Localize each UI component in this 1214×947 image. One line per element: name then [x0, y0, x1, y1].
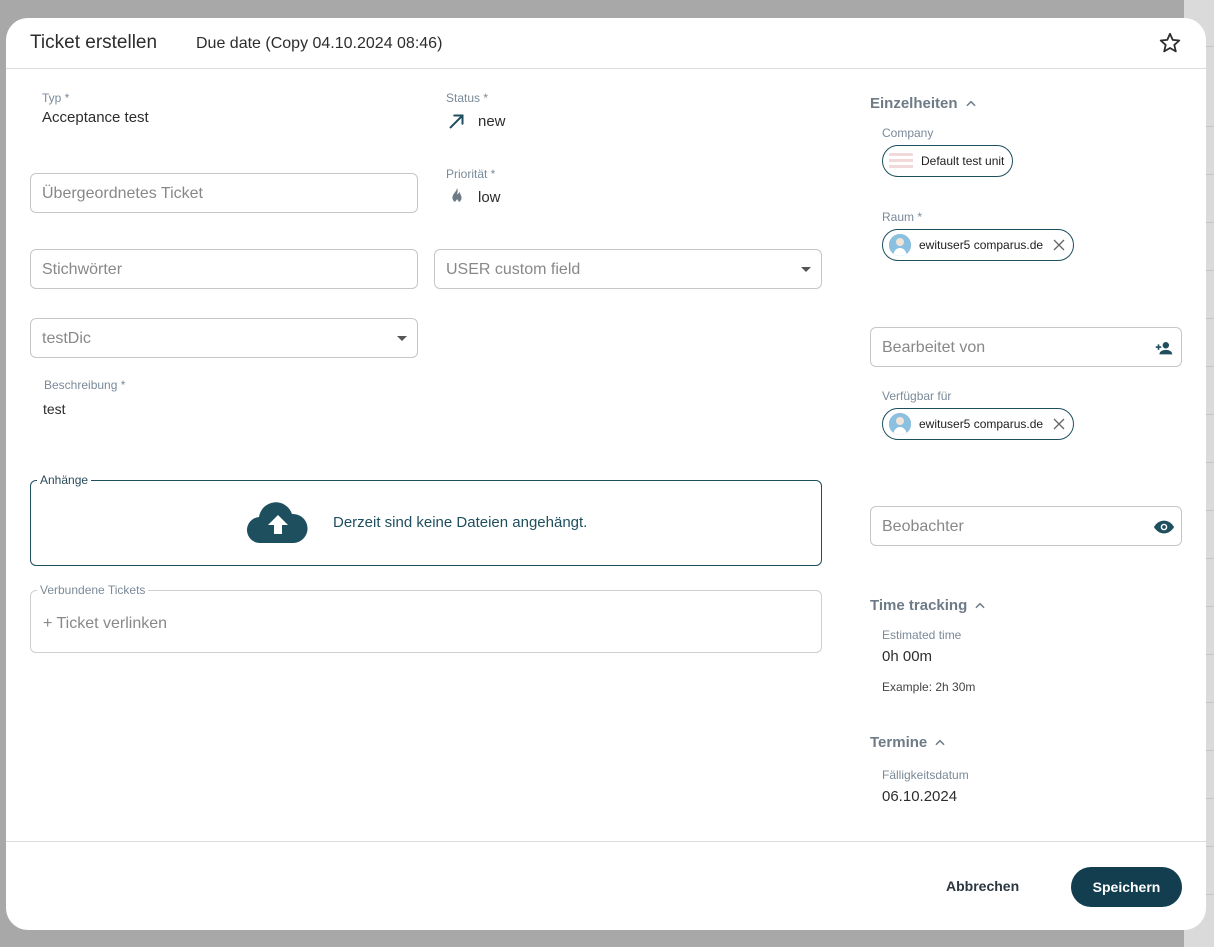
time-tracking-title: Time tracking [870, 597, 968, 614]
beschreibung-label: Beschreibung * [44, 378, 126, 392]
dialog-subtitle: Due date (Copy 04.10.2024 08:46) [196, 35, 443, 52]
attachments-dropzone[interactable]: Anhänge Derzeit sind keine Dateien angeh… [30, 473, 822, 566]
user-custom-placeholder: USER custom field [446, 261, 581, 278]
due-date-value[interactable]: 06.10.2024 [882, 788, 957, 805]
cancel-button[interactable]: Abbrechen [946, 878, 1019, 894]
close-icon[interactable] [1053, 239, 1065, 251]
linked-tickets: Verbundene Tickets + Ticket verlinken [30, 583, 822, 653]
priority-value: low [478, 188, 501, 206]
arrow-up-right-icon [449, 114, 464, 129]
avatar [889, 234, 911, 256]
avatar [889, 413, 911, 435]
close-icon[interactable] [1053, 418, 1065, 430]
parent-ticket-placeholder: Übergeordnetes Ticket [42, 185, 203, 202]
dialog-title: Ticket erstellen [30, 32, 158, 53]
user-custom-field-select[interactable]: USER custom field [434, 249, 822, 289]
typ-value[interactable]: Acceptance test [42, 109, 149, 126]
time-tracking-section-toggle[interactable]: Time tracking [870, 597, 987, 614]
due-date-label: Fälligkeitsdatum [882, 768, 969, 782]
tags-placeholder: Stichwörter [42, 261, 123, 278]
chevron-down-icon [397, 336, 407, 341]
star-icon[interactable] [1158, 31, 1182, 55]
estimated-time-example: Example: 2h 30m [882, 680, 976, 694]
company-logo [889, 153, 913, 169]
raum-value: ewituser5 comparus.de [919, 238, 1044, 252]
company-value: Default test unit [921, 154, 1005, 168]
dialog-footer: Abbrechen Speichern [6, 841, 1206, 930]
bearbeitet-von-input[interactable]: Bearbeitet von [870, 327, 1182, 367]
details-section-toggle[interactable]: Einzelheiten [870, 95, 978, 112]
beobachter-input[interactable]: Beobachter [870, 506, 1182, 546]
raum-label: Raum * [882, 210, 923, 224]
beobachter-placeholder: Beobachter [882, 518, 964, 535]
company-chip[interactable]: Default test unit [882, 145, 1014, 177]
attachments-label: Anhänge [37, 473, 92, 487]
details-title: Einzelheiten [870, 95, 958, 112]
save-button[interactable]: Speichern [1071, 867, 1182, 907]
verfuegbar-label: Verfügbar für [882, 389, 952, 403]
add-person-icon[interactable] [1153, 337, 1175, 359]
bearbeitet-von-placeholder: Bearbeitet von [882, 339, 986, 356]
raum-chip[interactable]: ewituser5 comparus.de [882, 229, 1075, 261]
beschreibung-value[interactable]: test [43, 401, 66, 417]
attachments-empty-text: Derzeit sind keine Dateien angehängt. [333, 514, 588, 531]
priority-field[interactable]: low [446, 185, 501, 209]
dialog-header: Ticket erstellen Due date (Copy 04.10.20… [6, 18, 1206, 69]
verfuegbar-value: ewituser5 comparus.de [919, 417, 1044, 431]
testdic-select[interactable]: testDic [30, 318, 418, 358]
chevron-up-icon [965, 100, 976, 106]
parent-ticket-input[interactable]: Übergeordnetes Ticket [30, 173, 418, 213]
estimated-time-value[interactable]: 0h 00m [882, 648, 932, 665]
linked-tickets-label: Verbundene Tickets [37, 583, 149, 597]
termine-title: Termine [870, 734, 928, 751]
termine-section-toggle[interactable]: Termine [870, 734, 947, 751]
create-ticket-dialog: Ticket erstellen Due date (Copy 04.10.20… [6, 18, 1206, 930]
status-field[interactable]: new [446, 110, 506, 132]
prioritaet-label: Priorität * [446, 167, 496, 181]
typ-label: Typ * [42, 91, 70, 105]
chevron-up-icon [935, 739, 945, 745]
status-value: new [478, 112, 506, 130]
tags-input[interactable]: Stichwörter [30, 249, 418, 289]
estimated-time-label: Estimated time [882, 628, 962, 642]
link-ticket-button[interactable]: + Ticket verlinken [43, 615, 167, 633]
eye-icon[interactable] [1153, 516, 1175, 538]
chevron-down-icon [801, 267, 811, 272]
company-label: Company [882, 126, 934, 140]
testdic-placeholder: testDic [42, 330, 91, 347]
cloud-upload-icon [247, 502, 308, 544]
flame-icon [452, 187, 462, 204]
chevron-up-icon [975, 602, 985, 608]
verfuegbar-chip[interactable]: ewituser5 comparus.de [882, 408, 1075, 440]
status-label: Status * [446, 91, 489, 105]
